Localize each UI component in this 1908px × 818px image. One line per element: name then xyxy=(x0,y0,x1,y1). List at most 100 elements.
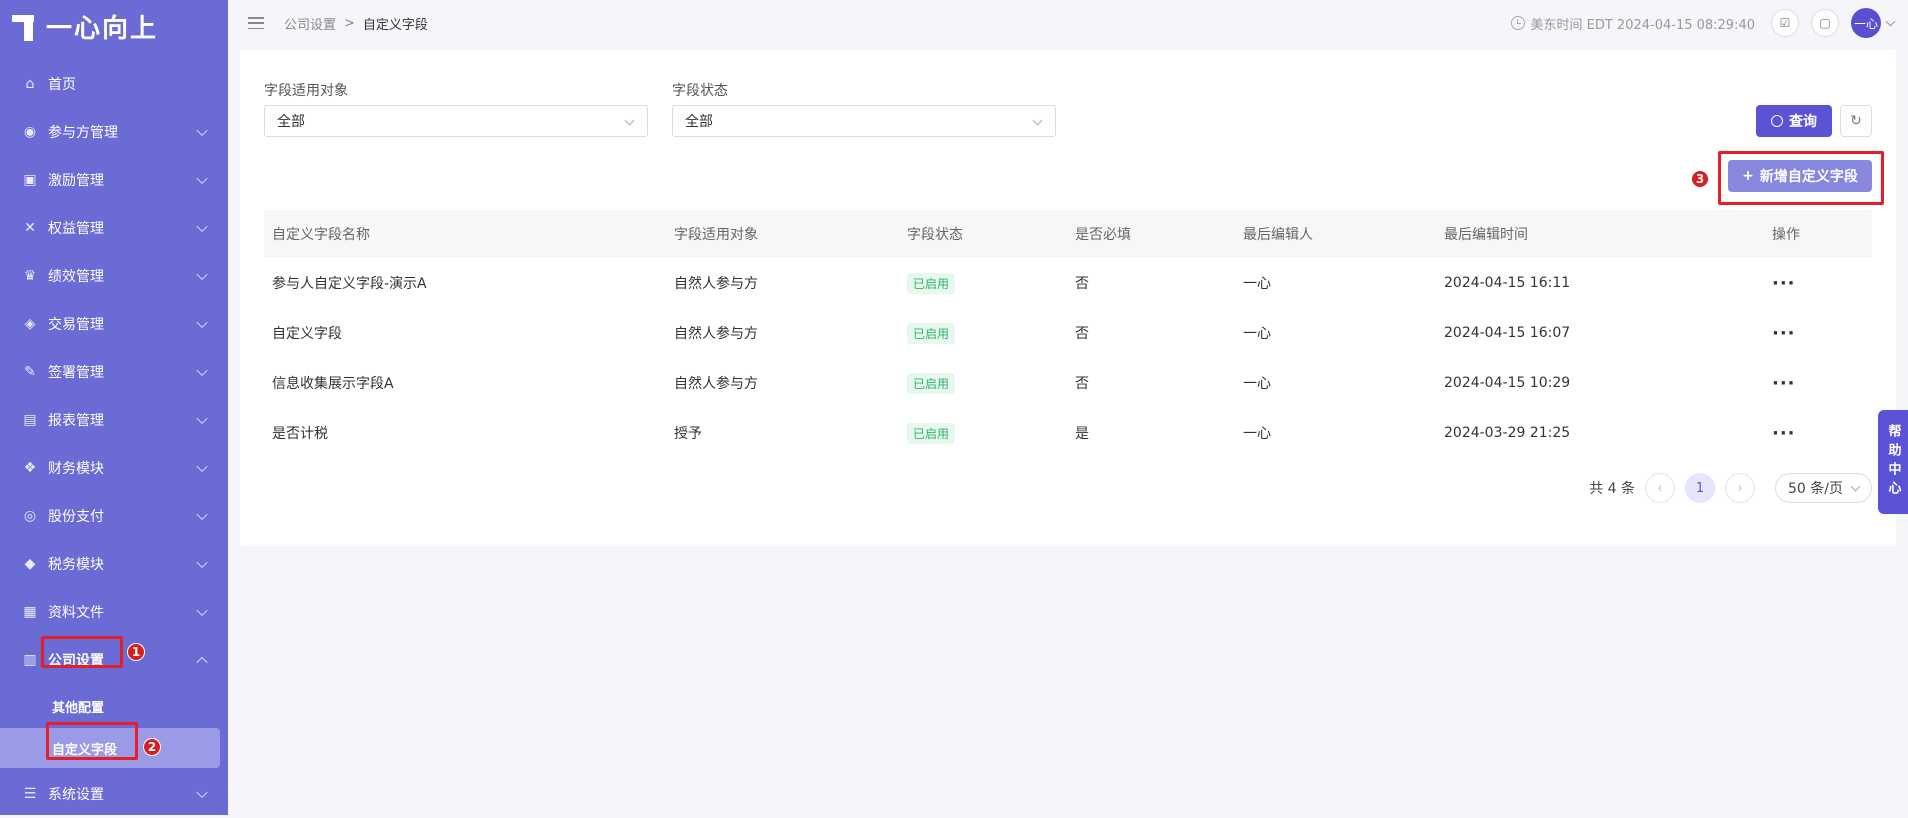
chevron-down-icon xyxy=(196,364,208,377)
status-badge: 已启用 xyxy=(907,272,956,294)
edit-time-cell: 2024-04-15 10:29 xyxy=(1444,375,1571,391)
search-button-label: 查询 xyxy=(1789,114,1817,130)
chevron-down-icon xyxy=(196,268,208,281)
sidebar-item-share-payment[interactable]: ◎ 股份支付 xyxy=(0,492,228,540)
add-custom-field-button[interactable]: + 新增自定义字段 xyxy=(1728,160,1872,192)
breadcrumb-current: 自定义字段 xyxy=(362,17,428,33)
search-button[interactable]: 查询 xyxy=(1756,105,1832,137)
sidebar-item-sign[interactable]: ✎ 签署管理 xyxy=(0,348,228,396)
editor-cell: 一心 xyxy=(1243,276,1271,292)
pagination: 共 4 条 ‹ 1 › 50 条/页 xyxy=(1589,473,1872,503)
sidebar-item-performance[interactable]: ♛ 绩效管理 xyxy=(0,252,228,300)
logo-mark-icon xyxy=(12,11,38,41)
chevron-down-icon xyxy=(196,172,208,185)
column-header: 字段状态 xyxy=(907,227,963,243)
brand-logo[interactable]: 一心向上 xyxy=(12,8,158,44)
menu-collapse-icon[interactable] xyxy=(248,17,264,29)
chevron-down-icon xyxy=(196,556,208,569)
sidebar-item-home[interactable]: ⌂ 首页 xyxy=(0,60,228,108)
column-header: 最后编辑人 xyxy=(1243,227,1313,243)
sidebar-item-files[interactable]: ▦ 资料文件 xyxy=(0,588,228,636)
next-page-button[interactable]: › xyxy=(1725,473,1756,503)
participants-icon: ◉ xyxy=(23,124,37,140)
refresh-icon: ↻ xyxy=(1850,113,1862,129)
filter-target-label: 字段适用对象 xyxy=(264,83,348,99)
filter-target-value: 全部 xyxy=(277,114,305,130)
tax-icon: ◆ xyxy=(24,556,36,572)
more-actions-icon[interactable]: ··· xyxy=(1772,373,1796,394)
sidebar-item-label: 权益管理 xyxy=(48,221,104,237)
document-icon: ▢ xyxy=(1819,16,1831,30)
refresh-button[interactable]: ↻ xyxy=(1840,105,1872,137)
sidebar: 一心向上 ⌂ 首页 ◉ 参与方管理 ▣ 激励管理 ✕ 权益管理 ♛ 绩效管理 ◈ xyxy=(0,0,228,815)
report-icon: ▤ xyxy=(23,412,37,428)
sidebar-nav: ⌂ 首页 ◉ 参与方管理 ▣ 激励管理 ✕ 权益管理 ♛ 绩效管理 ◈ 交易管理 xyxy=(0,60,228,818)
filter-target-select[interactable]: 全部 xyxy=(264,105,648,137)
share-payment-icon: ◎ xyxy=(23,508,37,524)
sidebar-item-incentive[interactable]: ▣ 激励管理 xyxy=(0,156,228,204)
chevron-down-icon xyxy=(196,508,208,521)
status-badge: 已启用 xyxy=(907,372,956,394)
annotation-step-2: 2 xyxy=(143,738,161,756)
filter-status-select[interactable]: 全部 xyxy=(672,105,1056,137)
content-card: 字段适用对象 全部 字段状态 全部 查询 ↻ + 新增自定义字段 自定义字段名称 xyxy=(240,50,1896,546)
chevron-up-icon xyxy=(196,656,208,669)
custom-fields-table: 自定义字段名称 字段适用对象 字段状态 是否必填 最后编辑人 最后编辑时间 操作… xyxy=(264,210,1872,458)
sidebar-item-company-settings[interactable]: ▥ 公司设置 xyxy=(0,636,228,684)
system-settings-icon: ☰ xyxy=(23,786,37,802)
field-target-cell: 自然人参与方 xyxy=(674,376,758,392)
page-1-button[interactable]: 1 xyxy=(1685,473,1716,503)
field-target-cell: 自然人参与方 xyxy=(674,276,758,292)
annotation-step-3: 3 xyxy=(1691,170,1709,188)
sidebar-item-label: 报表管理 xyxy=(48,413,104,429)
breadcrumb-separator: > xyxy=(344,15,355,31)
more-actions-icon[interactable]: ··· xyxy=(1772,423,1796,444)
table-row: 是否计税 授予 已启用 是 一心 2024-03-29 21:25 ··· xyxy=(264,408,1872,458)
page-size-value: 50 条/页 xyxy=(1788,481,1843,497)
sidebar-item-label: 签署管理 xyxy=(48,365,104,381)
more-actions-icon[interactable]: ··· xyxy=(1772,323,1796,344)
sidebar-item-report[interactable]: ▤ 报表管理 xyxy=(0,396,228,444)
required-cell: 否 xyxy=(1075,326,1089,342)
avatar[interactable]: 一心 xyxy=(1851,8,1881,38)
chevron-down-icon xyxy=(196,316,208,329)
column-header: 自定义字段名称 xyxy=(272,227,370,243)
sidebar-item-label: 激励管理 xyxy=(48,173,104,189)
brand-name: 一心向上 xyxy=(46,13,159,44)
help-center-tab[interactable]: 帮助中心 xyxy=(1878,410,1908,514)
sidebar-item-label: 系统设置 xyxy=(48,787,104,803)
sidebar-item-tax[interactable]: ◆ 税务模块 xyxy=(0,540,228,588)
field-name-cell: 自定义字段 xyxy=(272,326,342,342)
page-size-select[interactable]: 50 条/页 xyxy=(1775,473,1872,503)
status-badge: 已启用 xyxy=(907,322,956,344)
chevron-down-icon xyxy=(196,220,208,233)
sidebar-item-equity[interactable]: ✕ 权益管理 xyxy=(0,204,228,252)
top-header: 公司设置 > 自定义字段 美东时间 EDT 2024-04-15 08:29:4… xyxy=(228,0,1908,46)
document-button[interactable]: ▢ xyxy=(1811,9,1839,37)
files-icon: ▦ xyxy=(23,604,37,620)
sidebar-subitem-custom-fields[interactable]: 自定义字段 xyxy=(0,728,220,768)
task-button[interactable]: ☑ xyxy=(1771,9,1799,37)
more-actions-icon[interactable]: ··· xyxy=(1772,273,1796,294)
sidebar-item-trade[interactable]: ◈ 交易管理 xyxy=(0,300,228,348)
sidebar-item-label: 绩效管理 xyxy=(48,269,104,285)
add-custom-field-label: 新增自定义字段 xyxy=(1759,169,1858,185)
table-row: 参与人自定义字段-演示A 自然人参与方 已启用 否 一心 2024-04-15 … xyxy=(264,258,1872,308)
sidebar-item-label: 税务模块 xyxy=(48,557,104,573)
field-target-cell: 自然人参与方 xyxy=(674,326,758,342)
equity-icon: ✕ xyxy=(24,220,36,236)
chevron-down-icon xyxy=(624,115,635,126)
chevron-down-icon[interactable] xyxy=(1885,16,1896,26)
performance-icon: ♛ xyxy=(23,268,37,284)
prev-page-button[interactable]: ‹ xyxy=(1645,473,1676,503)
sidebar-item-label: 交易管理 xyxy=(48,317,104,333)
editor-cell: 一心 xyxy=(1243,326,1271,342)
sidebar-item-participants[interactable]: ◉ 参与方管理 xyxy=(0,108,228,156)
filter-status-value: 全部 xyxy=(685,114,713,130)
field-target-cell: 授予 xyxy=(674,426,702,442)
sidebar-item-system-settings[interactable]: ☰ 系统设置 xyxy=(0,770,228,818)
sidebar-subitem-other-config[interactable]: 其他配置 xyxy=(0,684,228,728)
edit-time-cell: 2024-03-29 21:25 xyxy=(1444,425,1571,441)
breadcrumb-parent[interactable]: 公司设置 xyxy=(284,14,336,33)
sidebar-item-finance[interactable]: ❖ 财务模块 xyxy=(0,444,228,492)
